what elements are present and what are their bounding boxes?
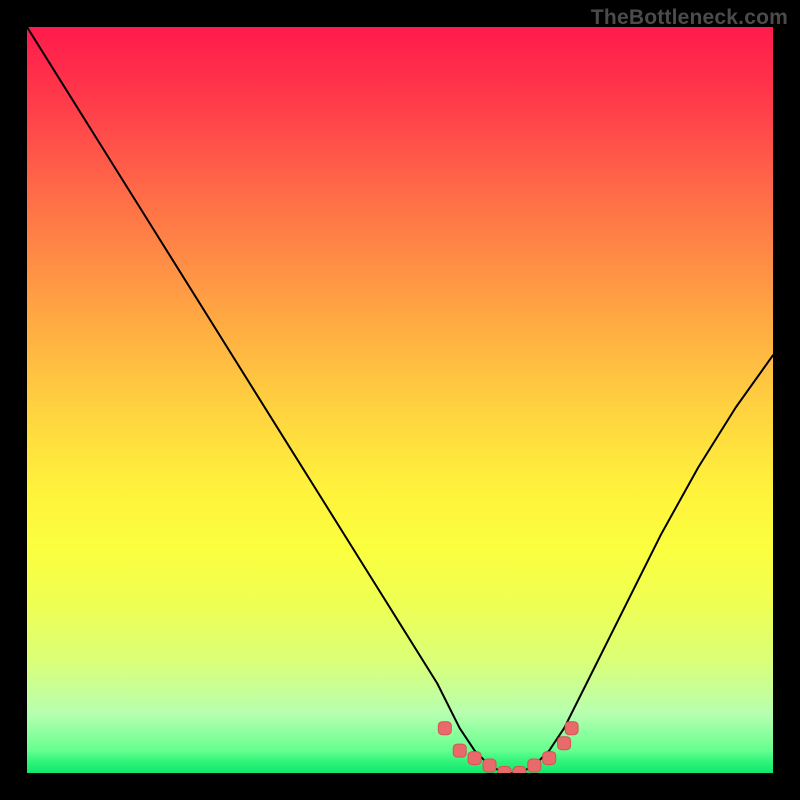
marker-dot — [565, 722, 578, 735]
bottleneck-curve — [27, 27, 773, 773]
chart-frame: TheBottleneck.com — [0, 0, 800, 800]
marker-dot — [558, 737, 571, 750]
green-gradient-band — [27, 751, 773, 773]
chart-svg — [27, 27, 773, 773]
marker-dot — [438, 722, 451, 735]
chart-plot-area — [27, 27, 773, 773]
